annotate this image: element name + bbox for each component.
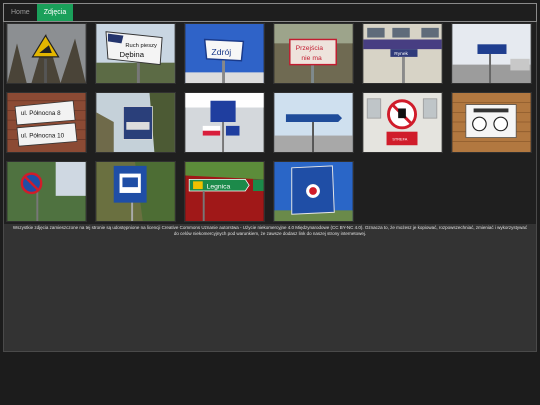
license-text: Wszystkie zdjęcia zamieszczone na tej st… [12, 225, 528, 236]
street-sign-photo [96, 93, 175, 152]
photo-thumbnail[interactable]: Rynek [362, 23, 443, 84]
direction-sign-photo: Ruch pieszy Dębina [96, 24, 175, 83]
license-footer: Wszystkie zdjęcia zamieszczone na tej st… [4, 224, 536, 351]
svg-text:Dębina: Dębina [120, 50, 145, 59]
svg-text:Legnica: Legnica [207, 184, 231, 191]
photo-thumbnail[interactable] [184, 92, 265, 153]
warning-sign-photo [7, 24, 86, 83]
photo-thumbnail[interactable]: STREFA [362, 92, 443, 153]
prohibition-sign-photo [452, 93, 531, 152]
no-parking-sign-photo [7, 162, 86, 221]
nav-home-link[interactable]: Home [4, 4, 37, 21]
svg-text:ul. Północna 8: ul. Północna 8 [21, 110, 61, 117]
photo-thumbnail[interactable]: Legnica [184, 161, 265, 222]
direction-sign-photo [274, 93, 353, 152]
information-sign-photo: Przejścia nie ma [274, 24, 353, 83]
information-sign-photo: Rynek [363, 24, 442, 83]
photo-thumbnail[interactable] [95, 92, 176, 153]
svg-text:Ruch pieszy: Ruch pieszy [125, 43, 157, 49]
photo-thumbnail[interactable] [95, 161, 176, 222]
street-name-sign-photo: ul. Północna 8 ul. Północna 10 [7, 93, 86, 152]
photo-thumbnail[interactable] [6, 161, 87, 222]
direction-sign-photo [452, 24, 531, 83]
svg-text:Zdrój: Zdrój [211, 47, 231, 57]
photo-thumbnail[interactable] [6, 23, 87, 84]
photo-gallery: Ruch pieszy Dębina Zdrój Przejścia nie m… [3, 22, 537, 352]
nav-photos-link[interactable]: Zdjęcia [36, 4, 74, 21]
bus-stop-sign-photo [96, 162, 175, 221]
photo-thumbnail[interactable] [273, 92, 354, 153]
svg-text:nie ma: nie ma [301, 55, 322, 62]
svg-text:Rynek: Rynek [394, 51, 408, 57]
photo-thumbnail[interactable]: Przejścia nie ma [273, 23, 354, 84]
direction-sign-photo: Zdrój [185, 24, 264, 83]
photo-thumbnail[interactable] [451, 92, 532, 153]
border-sign-photo [274, 162, 353, 221]
top-navbar: Home Zdjęcia [3, 3, 537, 22]
svg-text:Przejścia: Przejścia [296, 45, 324, 52]
information-sign-photo [185, 93, 264, 152]
photo-thumbnail[interactable]: Ruch pieszy Dębina [95, 23, 176, 84]
photo-thumbnail[interactable]: ul. Północna 8 ul. Północna 10 [6, 92, 87, 153]
svg-text:ul. Północna 10: ul. Północna 10 [21, 132, 65, 139]
prohibition-sign-photo: STREFA [363, 93, 442, 152]
photo-thumbnail[interactable] [451, 23, 532, 84]
svg-text:STREFA: STREFA [392, 137, 407, 141]
photo-thumbnail[interactable]: Zdrój [184, 23, 265, 84]
photo-thumbnail[interactable] [273, 161, 354, 222]
direction-sign-photo: Legnica [185, 162, 264, 221]
